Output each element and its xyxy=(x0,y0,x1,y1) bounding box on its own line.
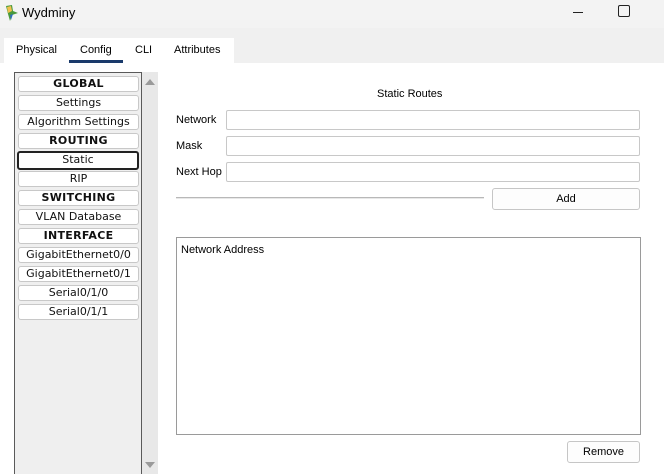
sidebar-item-rip[interactable]: RIP xyxy=(18,171,139,187)
scroll-down-icon[interactable] xyxy=(145,462,155,468)
tab-physical[interactable]: Physical xyxy=(16,44,57,56)
sidebar-header-global: GLOBAL xyxy=(18,76,139,92)
next-hop-label: Next Hop xyxy=(176,166,222,178)
tab-config[interactable]: Config xyxy=(80,44,112,56)
separator xyxy=(176,197,484,199)
sidebar-item-gigabitethernet0-0[interactable]: GigabitEthernet0/0 xyxy=(18,247,139,263)
sidebar-item-gigabitethernet0-1[interactable]: GigabitEthernet0/1 xyxy=(18,266,139,282)
static-routes-title: Static Routes xyxy=(377,88,443,100)
add-button[interactable]: Add xyxy=(492,188,640,210)
remove-button[interactable]: Remove xyxy=(567,441,640,463)
sidebar-header-switching: SWITCHING xyxy=(18,190,139,206)
sidebar-item-settings[interactable]: Settings xyxy=(18,95,139,111)
sidebar-item-vlan-database[interactable]: VLAN Database xyxy=(18,209,139,225)
network-input[interactable] xyxy=(226,110,640,130)
tab-bar: Physical Config CLI Attributes xyxy=(0,28,664,63)
sidebar-item-serial0-1-1[interactable]: Serial0/1/1 xyxy=(18,304,139,320)
tab-attributes[interactable]: Attributes xyxy=(174,44,220,56)
minimize-icon[interactable] xyxy=(555,0,601,28)
tab-cli[interactable]: CLI xyxy=(135,44,152,56)
network-label: Network xyxy=(176,114,217,126)
mask-input[interactable] xyxy=(226,136,640,156)
sidebar-item-serial0-1-0[interactable]: Serial0/1/0 xyxy=(18,285,139,301)
title-bar: Wydminy xyxy=(0,0,664,28)
next-hop-input[interactable] xyxy=(226,162,640,182)
sidebar-item-static[interactable]: Static xyxy=(17,151,139,170)
config-panel: GLOBAL Settings Algorithm Settings ROUTI… xyxy=(0,63,664,474)
network-address-list[interactable]: Network Address xyxy=(176,237,641,435)
network-address-header: Network Address xyxy=(181,244,265,256)
maximize-icon[interactable] xyxy=(600,0,646,28)
window-title: Wydminy xyxy=(22,5,76,20)
scroll-up-icon[interactable] xyxy=(145,79,155,85)
sidebar-item-algorithm-settings[interactable]: Algorithm Settings xyxy=(18,114,139,130)
sidebar-scrollbar[interactable] xyxy=(142,72,158,474)
sidebar-header-routing: ROUTING xyxy=(18,133,139,149)
sidebar-header-interface: INTERFACE xyxy=(18,228,139,244)
app-icon xyxy=(6,5,18,21)
mask-label: Mask xyxy=(176,140,203,152)
